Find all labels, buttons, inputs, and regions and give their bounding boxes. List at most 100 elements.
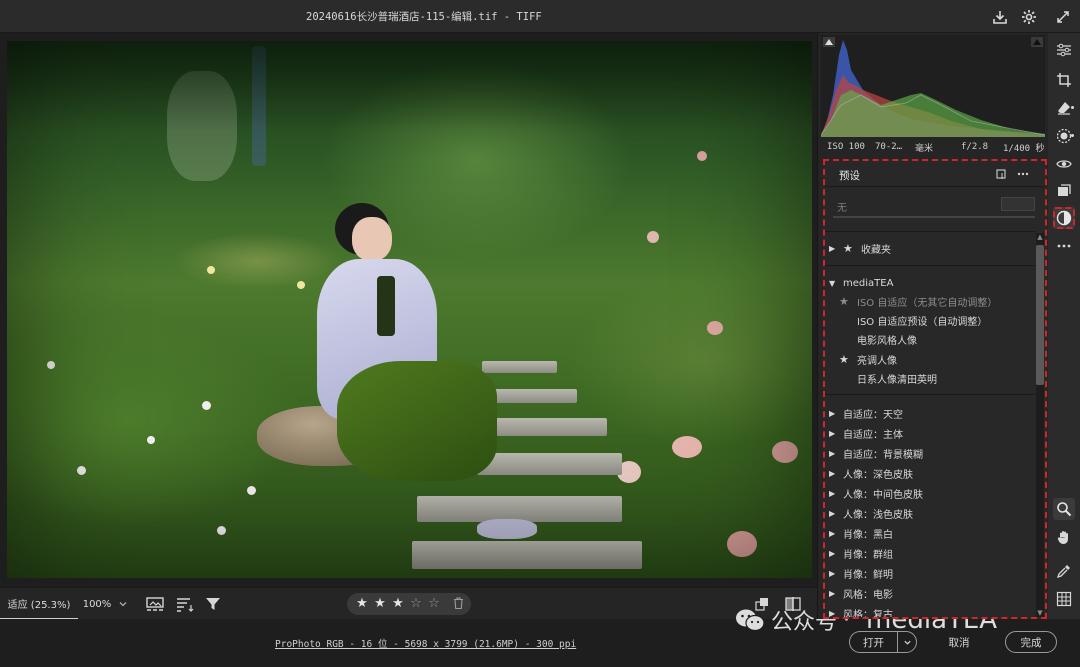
window-title: 20240616长沙普瑞酒店-115-编辑.tif - TIFF — [306, 11, 542, 23]
exif-iso: ISO 100 — [827, 142, 865, 152]
crop-icon[interactable] — [1053, 69, 1075, 91]
preset-group[interactable]: ▶ 自适应：背景模糊 — [825, 443, 1035, 463]
gear-icon[interactable] — [1018, 6, 1040, 28]
tool-strip — [1048, 33, 1080, 619]
preset-group[interactable]: ▶ 肖像：黑白 — [825, 523, 1035, 543]
preset-group-label: 人像：浅色皮肤 — [843, 509, 913, 521]
preset-group-label: 人像：深色皮肤 — [843, 469, 913, 481]
preset-group-label: 肖像：群组 — [843, 549, 893, 561]
star-outline-icon[interactable]: ☆ — [409, 597, 423, 611]
preset-amount-input[interactable] — [1001, 197, 1035, 211]
exif-aperture: f/2.8 — [961, 142, 989, 152]
photo-preview[interactable] — [7, 41, 812, 578]
new-preset-icon[interactable] — [993, 166, 1009, 182]
preset-group[interactable]: ▶ 肖像：鲜明 — [825, 563, 1035, 583]
chevron-right-icon: ▶ — [829, 448, 836, 458]
chevron-right-icon: ▶ — [829, 588, 836, 598]
chevron-down-icon — [903, 640, 911, 645]
scroll-up-icon[interactable]: ▲ — [1036, 233, 1044, 241]
star-icon[interactable]: ★ — [391, 597, 405, 611]
edit-sliders-icon[interactable] — [1053, 39, 1075, 61]
preset-group-label: 人像：中间色皮肤 — [843, 489, 923, 501]
preset-amount-row: 无 — [825, 193, 1045, 223]
star-outline-icon[interactable]: ☆ — [427, 597, 441, 611]
scroll-down-icon[interactable]: ▼ — [1036, 609, 1044, 617]
chevron-right-icon: ▶ — [829, 608, 836, 618]
grid-icon[interactable] — [1053, 588, 1075, 610]
zoom-icon[interactable] — [1053, 498, 1075, 520]
eyedropper-icon[interactable] — [1053, 560, 1075, 582]
red-eye-icon[interactable] — [1053, 153, 1075, 175]
preset-amount-label: 无 — [837, 203, 847, 214]
more-tools-icon[interactable] — [1053, 235, 1075, 257]
download-icon[interactable] — [989, 6, 1011, 28]
scroll-thumb[interactable] — [1036, 245, 1044, 385]
preset-item[interactable]: ISO 自适应预设（自动调整） — [825, 310, 1035, 330]
expand-icon[interactable] — [1052, 6, 1074, 28]
star-icon[interactable]: ★ — [839, 295, 853, 308]
zoom-fit-button[interactable]: 适应 (25.3%) — [0, 588, 78, 620]
preset-item-label: 电影风格人像 — [857, 335, 917, 347]
right-panel: ISO 100 70-2… 毫米 f/2.8 1/400 秒 预设 无 ▶ ★ — [817, 33, 1048, 619]
preset-group[interactable]: ▶ 自适应：天空 — [825, 403, 1035, 423]
preset-group[interactable]: ▶ 人像：中间色皮肤 — [825, 483, 1035, 503]
preset-item[interactable]: ★ ISO 自适应（无其它自动调整） — [825, 291, 1035, 311]
preset-group-label: 收藏夹 — [861, 244, 891, 256]
presets-title: 预设 — [839, 170, 860, 182]
preset-item[interactable]: 日系人像清田英明 — [825, 368, 1035, 388]
preset-group-favorites[interactable]: ▶ ★ 收藏夹 — [825, 238, 1035, 258]
preset-group[interactable]: ▶ 风格：复古 — [825, 603, 1035, 618]
zoom-100-button[interactable]: 100% — [80, 588, 114, 620]
image-canvas[interactable] — [0, 33, 817, 587]
hand-icon[interactable] — [1053, 526, 1075, 548]
chevron-right-icon: ▶ — [829, 428, 836, 438]
preset-group[interactable]: ▶ 人像：浅色皮肤 — [825, 503, 1035, 523]
preset-item-label: ISO 自适应（无其它自动调整） — [857, 297, 998, 309]
preset-group-label: 自适应：天空 — [843, 409, 903, 421]
eraser-icon[interactable] — [1053, 97, 1075, 119]
star-rating[interactable]: ★ ★ ★ ☆ ☆ — [347, 593, 471, 615]
preset-group-label: 肖像：鲜明 — [843, 569, 893, 581]
snapshots-icon[interactable] — [1053, 180, 1075, 202]
preset-group-mediatea[interactable]: ▼ mediaTEA — [825, 273, 1035, 293]
preset-group[interactable]: ▶ 人像：深色皮肤 — [825, 463, 1035, 483]
done-button[interactable]: 完成 — [1005, 631, 1057, 653]
chevron-right-icon: ▶ — [829, 548, 836, 558]
chevron-down-icon: ▼ — [829, 278, 836, 288]
shadow-clipping-icon[interactable] — [823, 37, 835, 47]
trash-icon[interactable] — [451, 597, 465, 611]
exif-info: ISO 100 70-2… 毫米 f/2.8 1/400 秒 — [821, 138, 1045, 156]
presets-icon[interactable] — [1053, 207, 1075, 229]
preset-group[interactable]: ▶ 风格：电影 — [825, 583, 1035, 603]
title-bar: 20240616长沙普瑞酒店-115-编辑.tif - TIFF — [0, 0, 1080, 33]
file-info-link[interactable]: ProPhoto RGB - 16 位 - 5698 x 3799 (21.6M… — [275, 636, 576, 650]
preset-item-label: ISO 自适应预设（自动调整） — [857, 316, 988, 328]
bottom-toolbar: 适应 (25.3%) 100% ★ ★ ★ ☆ ☆ — [0, 587, 817, 620]
chevron-right-icon: ▶ — [829, 508, 836, 518]
chevron-right-icon: ▶ — [829, 528, 836, 538]
histogram — [820, 35, 1046, 137]
preset-group[interactable]: ▶ 肖像：群组 — [825, 543, 1035, 563]
filmstrip-icon[interactable] — [145, 594, 165, 614]
star-icon[interactable]: ★ — [373, 597, 387, 611]
preset-item[interactable]: 电影风格人像 — [825, 329, 1035, 349]
presets-header: 预设 — [825, 161, 1045, 187]
chevron-right-icon: ▶ — [829, 468, 836, 478]
mask-icon[interactable] — [1053, 125, 1075, 147]
star-icon[interactable]: ★ — [355, 597, 369, 611]
exif-shutter: 1/400 秒 — [1003, 143, 1045, 154]
preset-item-label: 亮调人像 — [857, 355, 897, 367]
preset-scrollbar[interactable]: ▲ ▼ — [1036, 233, 1044, 617]
exif-focal-unit: 毫米 — [915, 143, 934, 154]
more-options-icon[interactable] — [1015, 166, 1031, 182]
highlight-clipping-icon[interactable] — [1031, 37, 1043, 47]
chevron-right-icon: ▶ — [829, 243, 836, 253]
preset-amount-slider[interactable] — [833, 216, 1035, 218]
chevron-right-icon: ▶ — [829, 408, 836, 418]
preset-item[interactable]: ★ 亮调人像 — [825, 349, 1035, 369]
filter-icon[interactable] — [203, 594, 223, 614]
sort-icon[interactable] — [175, 594, 195, 614]
star-icon[interactable]: ★ — [839, 353, 853, 366]
preset-group[interactable]: ▶ 自适应：主体 — [825, 423, 1035, 443]
chevron-down-icon[interactable] — [115, 596, 131, 612]
